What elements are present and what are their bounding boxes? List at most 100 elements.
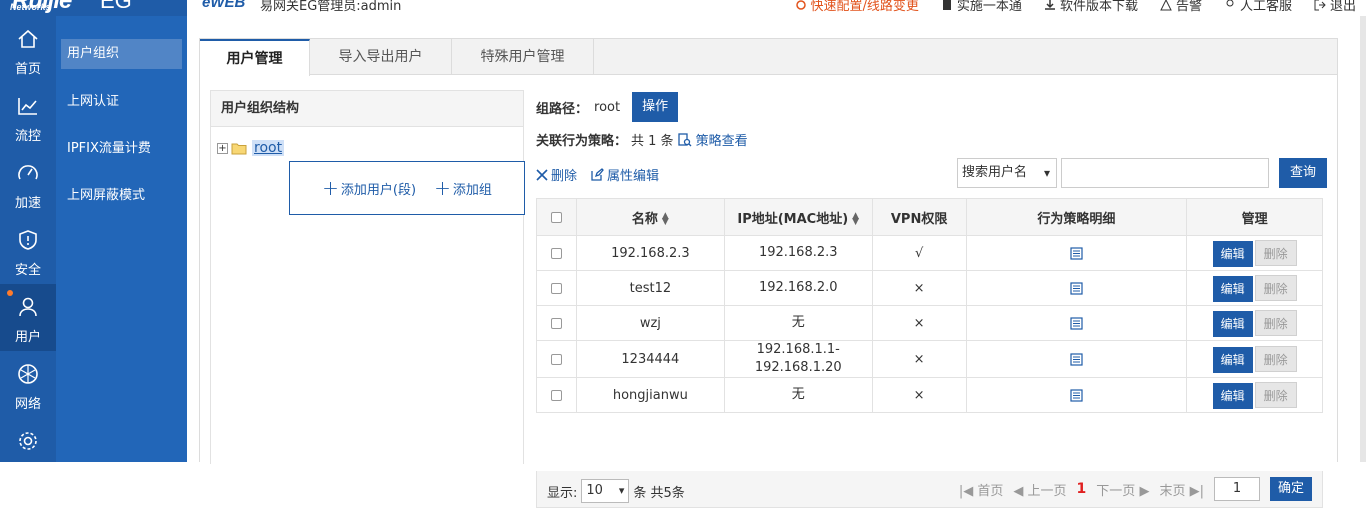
search-input[interactable]	[1061, 158, 1269, 188]
group-path-label: 组路径：	[536, 101, 589, 117]
query-button[interactable]: 查询	[1279, 158, 1327, 188]
nav-flow-control[interactable]: 流控	[0, 83, 56, 150]
implementation-guide-label: 实施一本通	[956, 0, 1022, 14]
cell-name: 1234444	[575, 340, 725, 378]
quick-config-link[interactable]: 快速配置/线路变更	[795, 0, 919, 14]
delete-row-button[interactable]: 删除	[1254, 239, 1297, 266]
cell-policy-detail	[965, 305, 1188, 341]
implementation-guide-link[interactable]: 实施一本通	[941, 0, 1022, 14]
software-download-link[interactable]: 软件版本下载	[1044, 0, 1138, 14]
policy-list-icon[interactable]	[1070, 316, 1083, 331]
home-icon	[17, 28, 39, 50]
row-checkbox[interactable]	[550, 353, 562, 365]
delete-row-button[interactable]: 删除	[1254, 309, 1297, 336]
submenu-internet-auth[interactable]: 上网认证	[61, 87, 182, 117]
edit-button[interactable]: 编辑	[1212, 275, 1253, 302]
nav-home-label: 首页	[14, 62, 41, 77]
edit-button[interactable]: 编辑	[1212, 382, 1253, 409]
group-path-value: root	[594, 99, 621, 115]
cell-manage: 编辑 删除	[1186, 235, 1323, 271]
tree-node-root-label[interactable]: root	[252, 140, 285, 156]
plus-icon: +	[322, 176, 339, 200]
policy-list-icon[interactable]	[1070, 352, 1083, 367]
add-group-label: 添加组	[452, 182, 492, 198]
row-checkbox[interactable]	[550, 317, 562, 329]
page-size-select[interactable]: 10	[581, 479, 630, 503]
table-row: hongjianwu 无 × 编辑 删除	[536, 377, 1323, 413]
page-size-label: 显示:	[547, 485, 578, 501]
nav-home[interactable]: 首页	[0, 16, 56, 83]
cell-vpn: ×	[871, 340, 967, 378]
alarm-link[interactable]: 告警	[1160, 0, 1202, 14]
submenu-ipfix-billing[interactable]: IPFIX流量计费	[61, 134, 182, 164]
last-page-button[interactable]: 末页 ▶|	[1159, 480, 1204, 499]
tree-node-root[interactable]: + root	[217, 140, 285, 156]
search-field-select[interactable]: 搜索用户名	[957, 158, 1057, 188]
brand-sub: Networks	[10, 2, 51, 12]
sort-icon: ▲ ▼	[661, 211, 669, 227]
cell-name: test12	[575, 270, 725, 306]
delete-button[interactable]: 删除	[536, 165, 577, 184]
nav-network[interactable]: 网络	[0, 351, 56, 418]
cell-manage: 编辑 删除	[1186, 270, 1323, 306]
policy-list-icon[interactable]	[1070, 281, 1083, 296]
nav-user-indicator	[7, 290, 13, 296]
page-scrollbar[interactable]	[1360, 16, 1366, 462]
tab-bar: 用户管理 导入导出用户 特殊用户管理	[200, 39, 1337, 76]
row-checkbox[interactable]	[550, 247, 562, 259]
row-select-cell	[536, 340, 577, 378]
col-ip[interactable]: IP地址(MAC地址) ▲ ▼	[723, 198, 873, 236]
nav-flow-control-label: 流控	[14, 129, 41, 144]
col-name-label: 名称	[631, 211, 658, 227]
brand-logo: Ruijie EG Networks	[0, 0, 187, 16]
col-name[interactable]: 名称 ▲ ▼	[575, 198, 725, 236]
prev-page-button[interactable]: ◀ 上一页	[1013, 480, 1066, 499]
policy-list-icon[interactable]	[1070, 388, 1083, 403]
edit-attributes-button[interactable]: 属性编辑	[591, 165, 659, 184]
nav-acceleration[interactable]: 加速	[0, 150, 56, 217]
tab-user-management[interactable]: 用户管理	[200, 39, 310, 76]
alarm-label: 告警	[1175, 0, 1202, 14]
next-page-button[interactable]: 下一页 ▶	[1096, 480, 1149, 499]
folder-icon	[231, 142, 247, 155]
logout-icon	[1314, 0, 1326, 11]
submenu-block-mode[interactable]: 上网屏蔽模式	[61, 181, 182, 211]
edit-button[interactable]: 编辑	[1212, 310, 1253, 337]
row-select-cell	[536, 270, 577, 306]
policy-count: 共 1 条	[631, 134, 674, 149]
edit-button[interactable]: 编辑	[1212, 346, 1253, 373]
first-page-button[interactable]: |◀ 首页	[959, 480, 1004, 499]
delete-row-button[interactable]: 删除	[1254, 345, 1297, 372]
tab-import-export[interactable]: 导入导出用户	[310, 39, 452, 75]
secondary-nav: 用户组织 上网认证 IPFIX流量计费 上网屏蔽模式	[56, 16, 187, 462]
add-group-button[interactable]: + 添加组	[434, 178, 492, 198]
edit-button[interactable]: 编辑	[1212, 240, 1253, 267]
row-checkbox[interactable]	[550, 282, 562, 294]
cell-ip: 192.168.2.3	[723, 235, 873, 271]
view-policy-link[interactable]: 策略查看	[696, 130, 748, 149]
jump-page-input[interactable]: 1	[1213, 477, 1260, 501]
operation-button[interactable]: 操作	[632, 92, 679, 122]
row-checkbox[interactable]	[550, 389, 562, 401]
delete-row-button[interactable]: 删除	[1254, 274, 1297, 301]
tab-special-users[interactable]: 特殊用户管理	[452, 39, 594, 75]
submenu-user-organization[interactable]: 用户组织	[61, 39, 182, 69]
customer-service-link[interactable]: 人工客服	[1224, 0, 1292, 14]
confirm-button[interactable]: 确定	[1269, 477, 1312, 501]
col-manage: 管理	[1186, 198, 1323, 236]
first-page-label: 首页	[977, 483, 1004, 499]
nav-user[interactable]: 用户	[0, 284, 56, 351]
quick-config-label: 快速配置/线路变更	[810, 0, 919, 14]
policy-list-icon[interactable]	[1070, 246, 1083, 261]
shield-icon	[17, 229, 39, 251]
pagination: 显示: 10 条 共5条 |◀ 首页 ◀ 上一页 1 下一页 ▶ 末页 ▶| 1…	[536, 471, 1323, 508]
header-subtitle: 易网关EG管理员:admin	[260, 0, 402, 14]
delete-row-button[interactable]: 删除	[1254, 381, 1297, 408]
select-all-checkbox[interactable]	[550, 211, 562, 223]
table-row: 1234444 192.168.1.1-192.168.1.20 × 编辑 删除	[536, 340, 1323, 378]
expand-icon[interactable]: +	[217, 142, 228, 154]
nav-system[interactable]	[0, 418, 56, 485]
nav-security[interactable]: 安全	[0, 217, 56, 284]
add-user-button[interactable]: + 添加用户(段)	[322, 176, 416, 200]
logout-link[interactable]: 退出	[1314, 0, 1356, 14]
